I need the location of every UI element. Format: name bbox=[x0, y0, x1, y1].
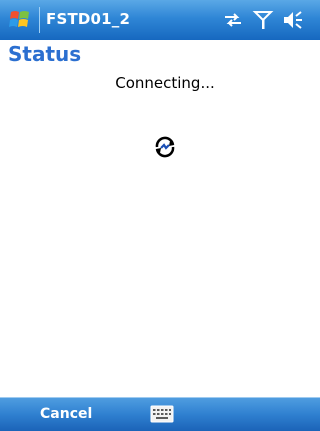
cancel-button[interactable]: Cancel bbox=[40, 406, 92, 422]
title-bar: FSTD01_2 bbox=[0, 0, 320, 40]
connecting-spinner-icon bbox=[155, 136, 175, 158]
signal-icon[interactable] bbox=[252, 9, 274, 31]
menu-bar: Cancel bbox=[0, 397, 320, 431]
connectivity-icon[interactable] bbox=[222, 9, 244, 31]
keyboard-icon[interactable] bbox=[150, 404, 174, 424]
device-screen: FSTD01_2 Status Connecting... Cancel bbox=[0, 0, 320, 431]
page-title: Status bbox=[8, 42, 82, 66]
status-message: Connecting... bbox=[115, 74, 215, 92]
volume-icon[interactable] bbox=[282, 9, 304, 31]
title-separator bbox=[39, 7, 40, 33]
app-title: FSTD01_2 bbox=[46, 10, 131, 28]
windows-start-icon[interactable] bbox=[6, 6, 34, 34]
